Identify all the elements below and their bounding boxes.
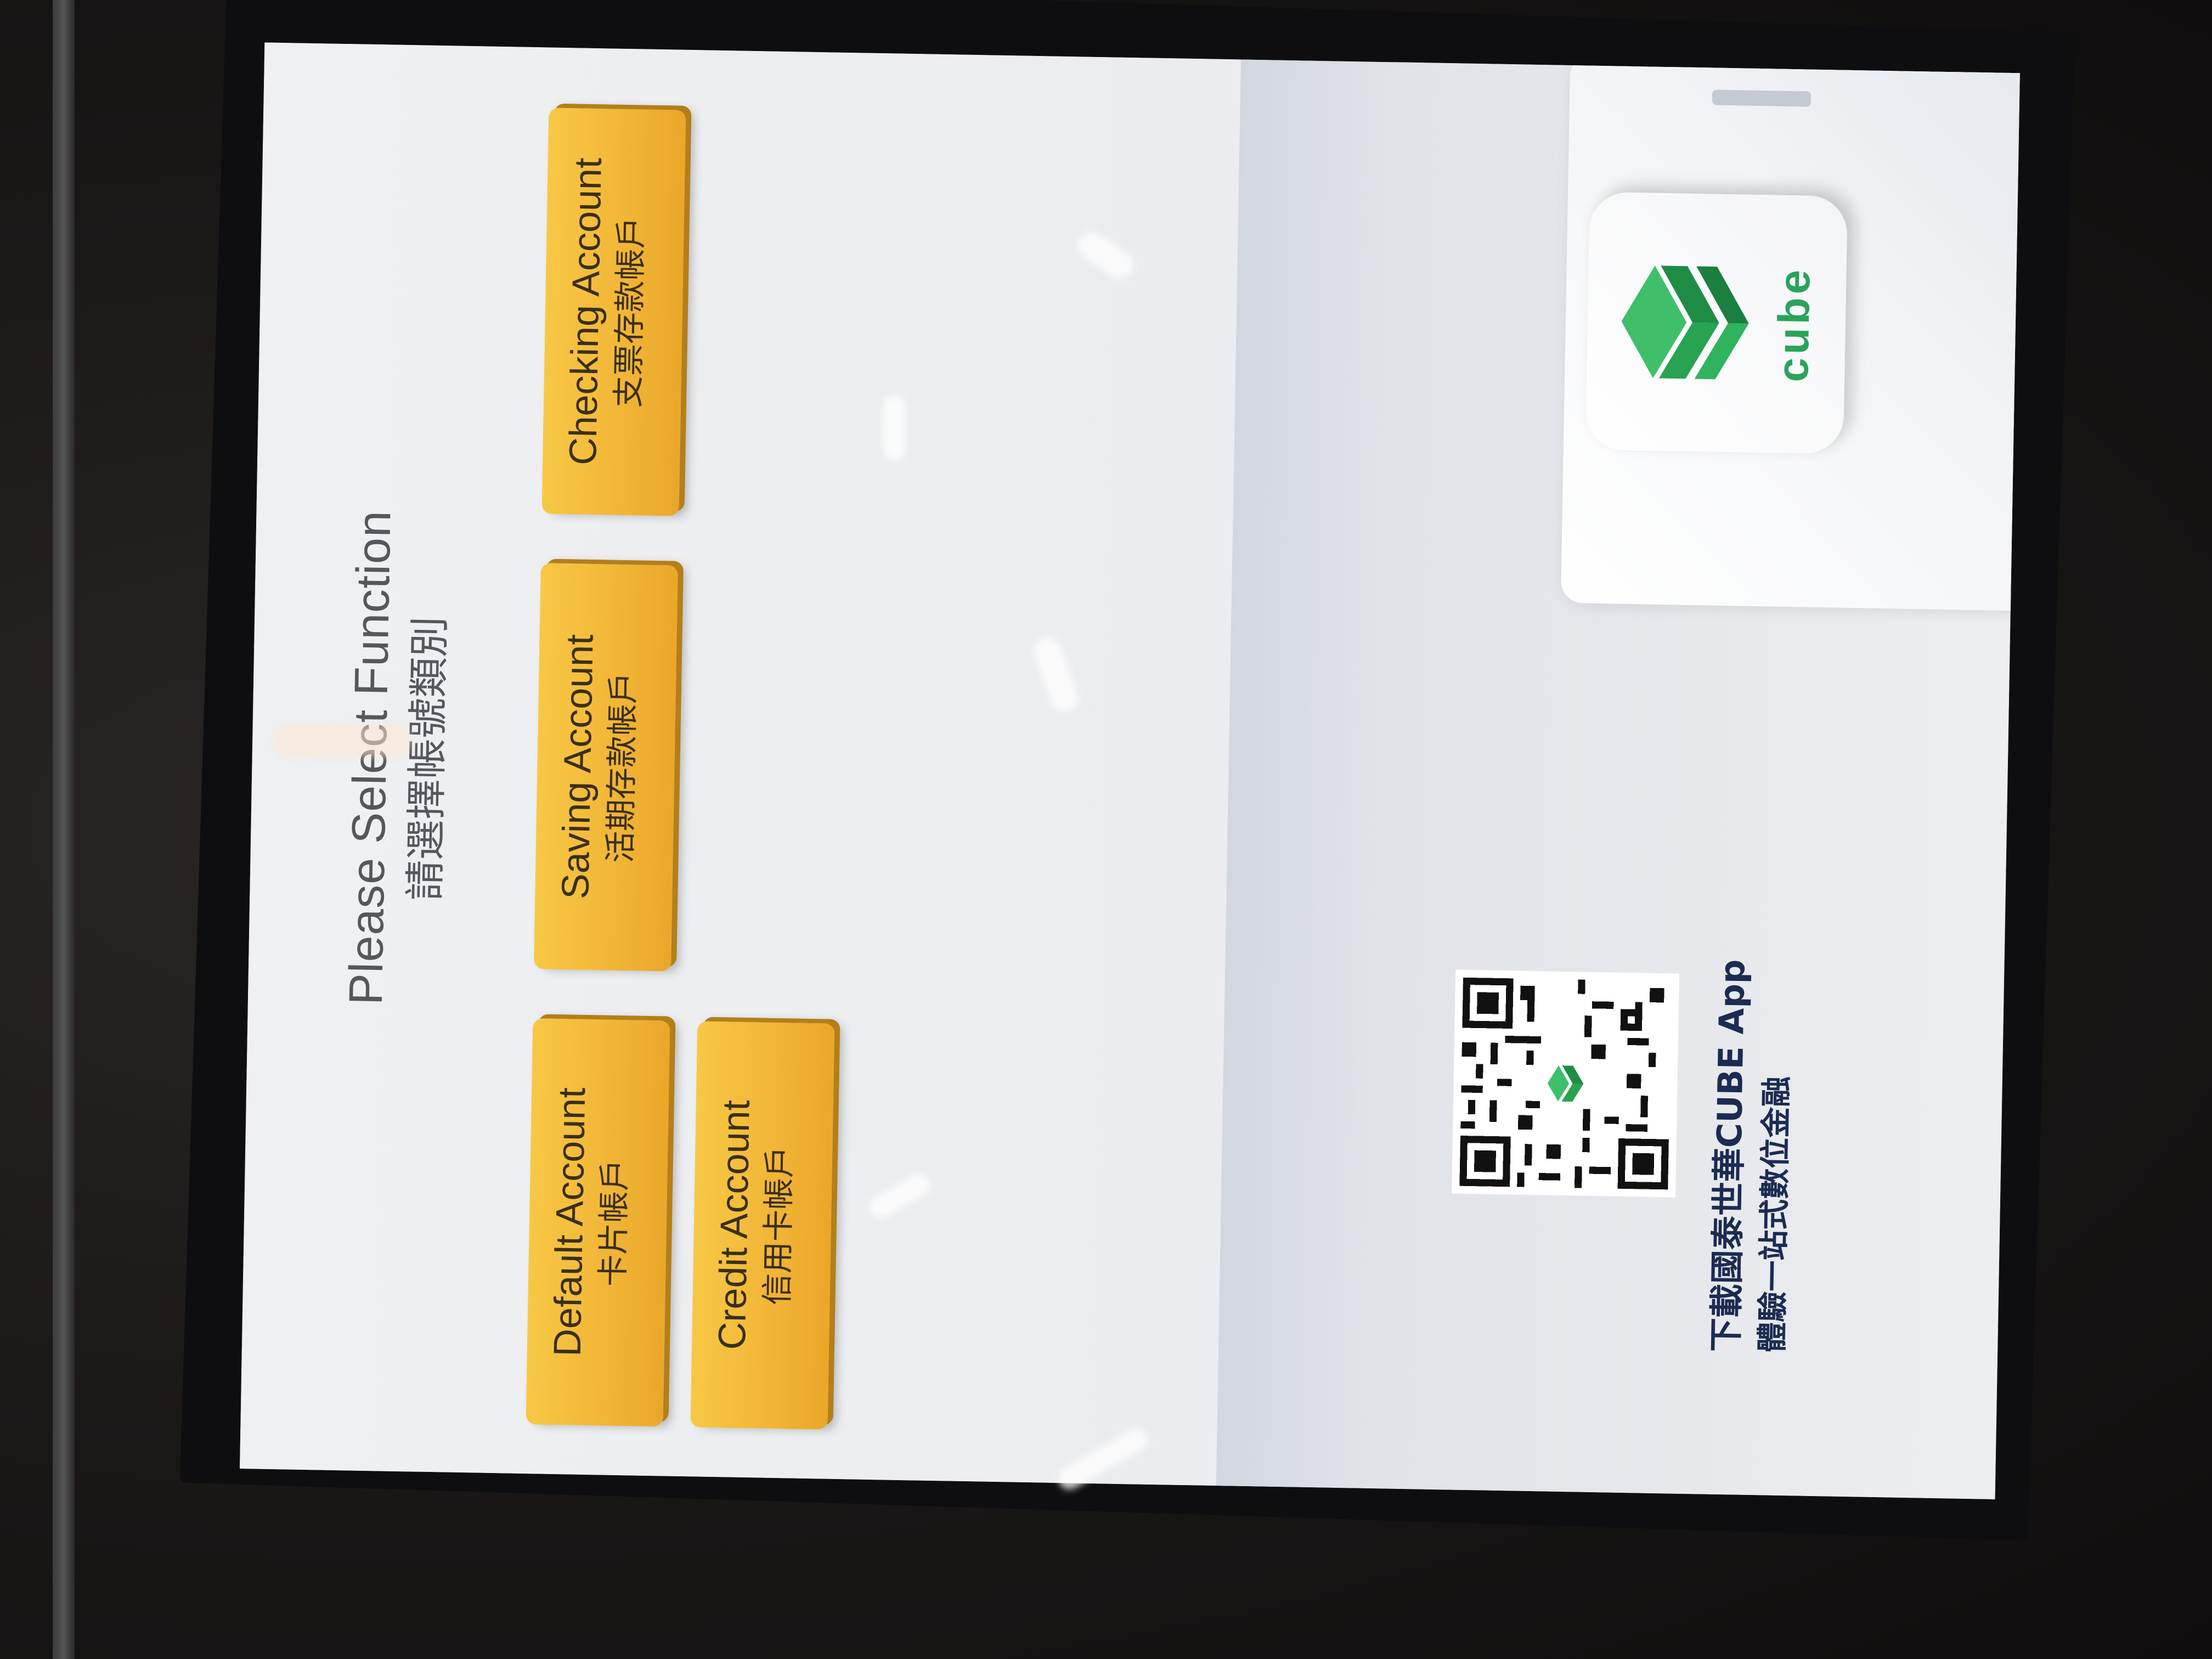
button-label-en: Saving Account — [554, 634, 601, 900]
saving-account-button[interactable]: Saving Account 活期存款帳戶 — [533, 563, 678, 972]
promo-line-1: 下載國泰世華CUBE App — [1706, 958, 1753, 1352]
phone-speaker — [1712, 89, 1812, 107]
default-account-button[interactable]: Default Account 卡片帳戶 — [526, 1018, 670, 1427]
button-label-zh: 信用卡帳戶 — [758, 1146, 799, 1306]
panel-divider-shade — [1216, 59, 1384, 1488]
button-label-en: Checking Account — [561, 157, 610, 466]
bezel-edge — [53, 0, 75, 1659]
cube-leaf-logo-icon — [1621, 266, 1749, 380]
cube-wordmark: cube — [1768, 266, 1819, 383]
button-label-zh: 活期存款帳戶 — [601, 672, 642, 864]
qr-code-icon — [1452, 969, 1680, 1198]
download-app-promo: 下載國泰世華CUBE App 體驗一站式數位金融 — [1701, 803, 1804, 1353]
screen-glare — [274, 724, 411, 757]
button-label-zh: 支票存款帳戶 — [609, 216, 650, 408]
checking-account-button[interactable]: Checking Account 支票存款帳戶 — [541, 108, 686, 516]
button-label-en: Credit Account — [710, 1099, 758, 1350]
button-label-en: Default Account — [545, 1087, 594, 1357]
button-label-zh: 卡片帳戶 — [594, 1159, 634, 1287]
credit-account-button[interactable]: Credit Account 信用卡帳戶 — [690, 1021, 835, 1430]
cube-app-icon: cube — [1585, 191, 1848, 454]
screen-glare — [883, 395, 905, 461]
